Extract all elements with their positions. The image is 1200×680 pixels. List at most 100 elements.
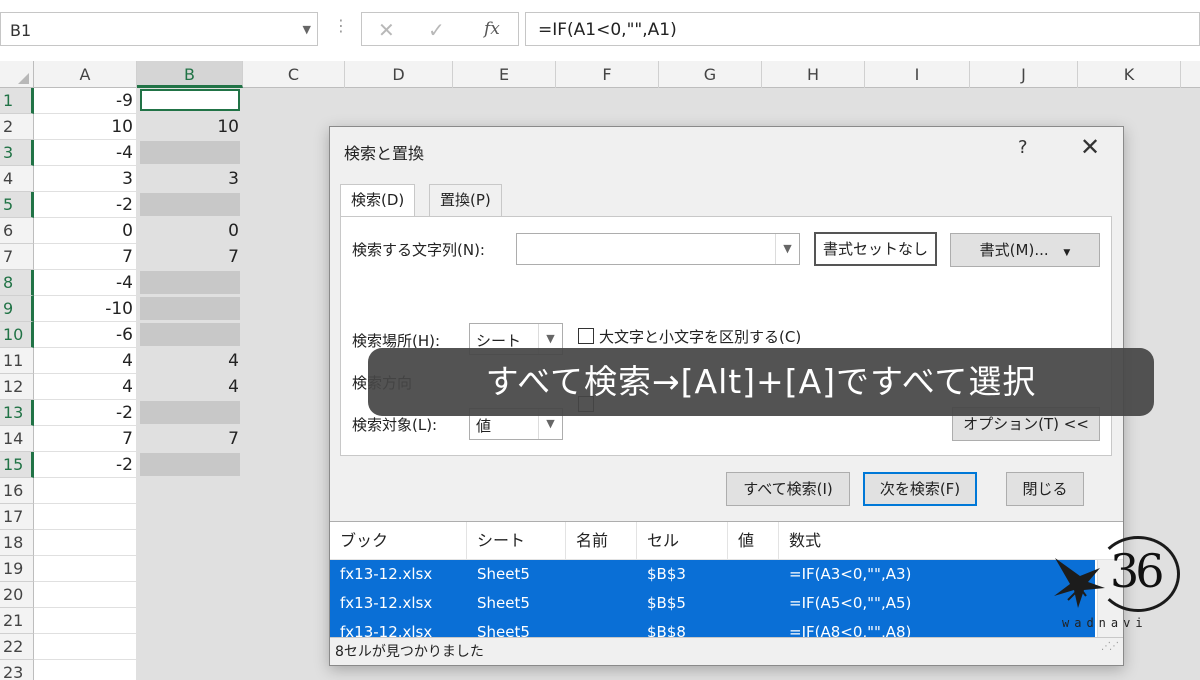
column-header-e[interactable]: E: [453, 61, 556, 88]
row-header-4[interactable]: 4: [0, 166, 34, 192]
cell-a15[interactable]: -2: [34, 452, 133, 478]
column-header-j[interactable]: J: [970, 61, 1078, 88]
cell-b11[interactable]: 4: [137, 348, 239, 374]
row-header-13[interactable]: 13: [0, 400, 34, 426]
row-header-12[interactable]: 12: [0, 374, 34, 400]
close-icon[interactable]: ✕: [1080, 133, 1100, 161]
cell-b7[interactable]: 7: [137, 244, 239, 270]
formula-bar: B1 ▼ ⋮ ✕ ✓ fx =IF(A1<0,"",A1): [0, 0, 1200, 58]
result-row[interactable]: fx13-12.xlsx Sheet5 $B$3 =IF(A3<0,"",A3): [330, 560, 1095, 589]
cell-b2[interactable]: 10: [137, 114, 239, 140]
cell-a11[interactable]: 4: [34, 348, 133, 374]
row-header-3[interactable]: 3: [0, 140, 34, 166]
results-header-cell[interactable]: セル: [637, 522, 728, 560]
tab-find[interactable]: 検索(D): [340, 184, 416, 216]
select-all-icon: [18, 73, 29, 84]
column-header-h[interactable]: H: [762, 61, 865, 88]
cell-a9[interactable]: -10: [34, 296, 133, 322]
row-header-11[interactable]: 11: [0, 348, 34, 374]
cell-a4[interactable]: 3: [34, 166, 133, 192]
find-next-button[interactable]: 次を検索(F): [863, 472, 977, 506]
cell-a2[interactable]: 10: [34, 114, 133, 140]
column-header-d[interactable]: D: [345, 61, 453, 88]
select-all-corner[interactable]: [0, 61, 34, 88]
cell-a5[interactable]: -2: [34, 192, 133, 218]
results-header-value[interactable]: 値: [728, 522, 779, 560]
row-header-1[interactable]: 1: [0, 88, 34, 114]
close-button[interactable]: 閉じる: [1006, 472, 1084, 506]
row-header-8[interactable]: 8: [0, 270, 34, 296]
find-what-input[interactable]: ▼: [516, 233, 800, 265]
cell-b3[interactable]: [137, 140, 239, 166]
name-box[interactable]: B1 ▼: [0, 12, 318, 46]
no-format-button[interactable]: 書式セットなし: [814, 232, 937, 266]
chevron-down-icon[interactable]: ▼: [775, 234, 799, 264]
cell-a1[interactable]: -9: [34, 88, 133, 114]
row-header-15[interactable]: 15: [0, 452, 34, 478]
column-header-g[interactable]: G: [659, 61, 762, 88]
row-header-5[interactable]: 5: [0, 192, 34, 218]
help-icon[interactable]: ?: [1018, 137, 1028, 158]
cell-b6[interactable]: 0: [137, 218, 239, 244]
tab-replace[interactable]: 置換(P): [429, 184, 502, 216]
column-header-k[interactable]: K: [1078, 61, 1181, 88]
row-header-10[interactable]: 10: [0, 322, 34, 348]
results-header-name[interactable]: 名前: [566, 522, 637, 560]
results-header-book[interactable]: ブック: [330, 522, 467, 560]
cell-a10[interactable]: -6: [34, 322, 133, 348]
cell-b4[interactable]: 3: [137, 166, 239, 192]
column-header-b[interactable]: B: [137, 61, 243, 88]
row-header-19[interactable]: 19: [0, 556, 34, 582]
results-list[interactable]: ブック シート 名前 セル 値 数式 fx13-12.xlsx Sheet5 $…: [330, 521, 1123, 637]
cell-a8[interactable]: -4: [34, 270, 133, 296]
results-header: ブック シート 名前 セル 値 数式: [330, 522, 1123, 560]
result-row[interactable]: fx13-12.xlsx Sheet5 $B$5 =IF(A5<0,"",A5): [330, 589, 1095, 618]
find-all-button[interactable]: すべて検索(I): [726, 472, 850, 506]
enter-icon[interactable]: ✓: [428, 18, 445, 42]
cell-b10[interactable]: [137, 322, 239, 348]
formula-bar-separator[interactable]: ⋮: [333, 16, 349, 35]
cell-a12[interactable]: 4: [34, 374, 133, 400]
cell-b1[interactable]: [137, 88, 239, 114]
cell-a3[interactable]: -4: [34, 140, 133, 166]
cell-a13[interactable]: -2: [34, 400, 133, 426]
formula-input[interactable]: =IF(A1<0,"",A1): [525, 12, 1200, 46]
row-header-20[interactable]: 20: [0, 582, 34, 608]
row-header-18[interactable]: 18: [0, 530, 34, 556]
row-header-9[interactable]: 9: [0, 296, 34, 322]
cell-b12[interactable]: 4: [137, 374, 239, 400]
cell-b9[interactable]: [137, 296, 239, 322]
row-header-17[interactable]: 17: [0, 504, 34, 530]
cell-b15[interactable]: [137, 452, 239, 478]
format-button-label: 書式(M)...: [979, 241, 1049, 259]
row-header-16[interactable]: 16: [0, 478, 34, 504]
cell-b13[interactable]: [137, 400, 239, 426]
cell-a14[interactable]: 7: [34, 426, 133, 452]
row-header-21[interactable]: 21: [0, 608, 34, 634]
chevron-down-icon[interactable]: ▼: [303, 23, 311, 36]
result-row[interactable]: fx13-12.xlsx Sheet5 $B$8 =IF(A8<0,"",A8): [330, 618, 1095, 637]
cancel-icon[interactable]: ✕: [378, 18, 395, 42]
cell-b14[interactable]: 7: [137, 426, 239, 452]
cell-b8[interactable]: [137, 270, 239, 296]
result-cell: $B$8: [647, 623, 686, 637]
cell-b5[interactable]: [137, 192, 239, 218]
format-button[interactable]: 書式(M)... ▼: [950, 233, 1100, 267]
column-header-i[interactable]: I: [865, 61, 970, 88]
insert-function-icon[interactable]: fx: [484, 19, 500, 39]
row-header-14[interactable]: 14: [0, 426, 34, 452]
row-header-6[interactable]: 6: [0, 218, 34, 244]
column-header-a[interactable]: A: [34, 61, 137, 88]
row-header-2[interactable]: 2: [0, 114, 34, 140]
cell-a6[interactable]: 0: [34, 218, 133, 244]
column-header-f[interactable]: F: [556, 61, 659, 88]
cell-a7[interactable]: 7: [34, 244, 133, 270]
column-header-c[interactable]: C: [243, 61, 345, 88]
row-header-22[interactable]: 22: [0, 634, 34, 660]
match-case-label: 大文字と小文字を区別する(C): [599, 328, 802, 346]
results-header-sheet[interactable]: シート: [467, 522, 566, 560]
row-header-23[interactable]: 23: [0, 660, 34, 680]
row-header-7[interactable]: 7: [0, 244, 34, 270]
name-box-value: B1: [10, 21, 32, 40]
match-case-checkbox[interactable]: [578, 328, 594, 344]
